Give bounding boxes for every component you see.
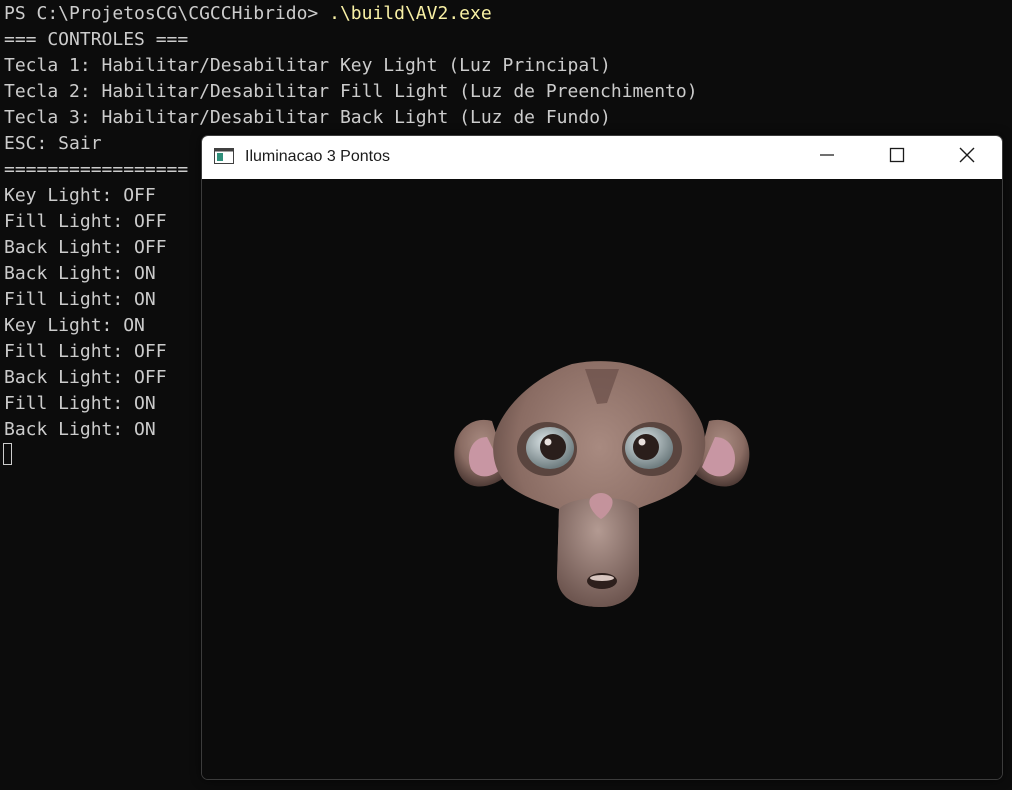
app-window-icon bbox=[214, 148, 234, 164]
right-eye bbox=[622, 422, 682, 476]
maximize-icon bbox=[889, 147, 905, 168]
left-eye bbox=[517, 422, 577, 476]
terminal-line: Tecla 2: Habilitar/Desabilitar Fill Ligh… bbox=[4, 81, 698, 102]
terminal-line: Back Light: OFF bbox=[4, 367, 167, 388]
terminal-line: Fill Light: ON bbox=[4, 393, 156, 414]
terminal-line: ESC: Sair bbox=[4, 133, 102, 154]
terminal-line: ================= bbox=[4, 159, 189, 180]
terminal-prompt-line: PS C:\ProjetosCG\CGCCHibrido> .\build\AV… bbox=[4, 1, 492, 27]
minimize-button[interactable] bbox=[792, 136, 862, 179]
minimize-icon bbox=[819, 147, 835, 168]
prompt-path: PS C:\ProjetosCG\CGCCHibrido> bbox=[4, 3, 330, 24]
terminal-line: Tecla 3: Habilitar/Desabilitar Back Ligh… bbox=[4, 107, 611, 128]
render-viewport[interactable] bbox=[202, 179, 1002, 779]
terminal-line: Key Light: OFF bbox=[4, 185, 156, 206]
maximize-button[interactable] bbox=[862, 136, 932, 179]
terminal-line: Back Light: OFF bbox=[4, 237, 167, 258]
terminal-line: Fill Light: OFF bbox=[4, 211, 167, 232]
terminal-line: Tecla 1: Habilitar/Desabilitar Key Light… bbox=[4, 55, 611, 76]
terminal-line: Back Light: ON bbox=[4, 263, 156, 284]
close-button[interactable] bbox=[932, 136, 1002, 179]
window-title: Iluminacao 3 Pontos bbox=[245, 148, 390, 165]
close-icon bbox=[959, 147, 975, 168]
terminal-line: Fill Light: ON bbox=[4, 289, 156, 310]
opengl-window[interactable]: Iluminacao 3 Pontos bbox=[201, 135, 1003, 780]
teeth bbox=[590, 575, 614, 581]
terminal-line: Back Light: ON bbox=[4, 419, 156, 440]
window-titlebar[interactable]: Iluminacao 3 Pontos bbox=[202, 136, 1002, 179]
terminal-line: Key Light: ON bbox=[4, 315, 145, 336]
monkey-head-model bbox=[454, 361, 750, 607]
terminal-line: === CONTROLES === bbox=[4, 29, 189, 50]
command-text: .\build\AV2.exe bbox=[329, 3, 492, 24]
terminal-cursor[interactable] bbox=[3, 443, 12, 465]
terminal-line: Fill Light: OFF bbox=[4, 341, 167, 362]
